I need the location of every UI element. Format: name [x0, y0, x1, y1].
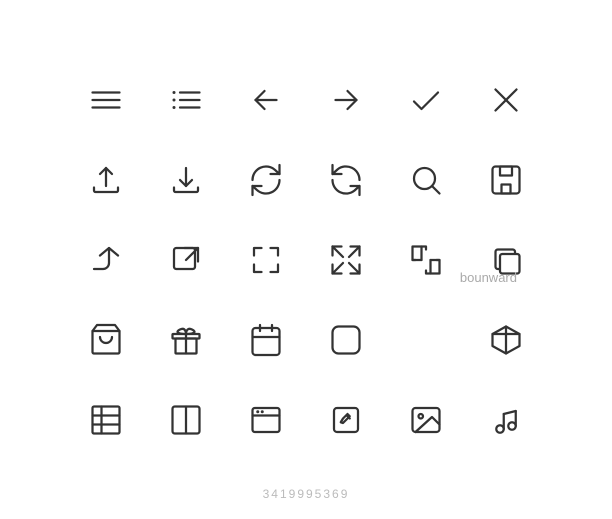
share-forward-icon: [66, 220, 146, 300]
browser-window-icon: [226, 380, 306, 460]
rounded-square-icon: [306, 300, 386, 380]
upload-icon: [66, 140, 146, 220]
watermark-text: bounward: [460, 270, 517, 285]
edit-pen-icon: [306, 380, 386, 460]
external-link-icon: [146, 220, 226, 300]
panel-layout-icon: [146, 380, 226, 460]
hamburger-menu-icon: [66, 60, 146, 140]
table-grid-icon: [66, 380, 146, 460]
arrow-right-icon: [306, 60, 386, 140]
download-icon: [146, 140, 226, 220]
cube-3d-icon: [466, 300, 546, 380]
image-photo-icon: [386, 380, 466, 460]
shopping-bag-icon: [66, 300, 146, 380]
arrow-left-icon: [226, 60, 306, 140]
watermark-area: [386, 300, 466, 380]
getty-id: 3419995369: [263, 487, 350, 501]
music-note-icon: [466, 380, 546, 460]
expand-corners-icon: [226, 220, 306, 300]
gift-icon: [146, 300, 226, 380]
refresh-ccw-icon: [306, 140, 386, 220]
list-menu-icon: [146, 60, 226, 140]
compress-icon: [386, 220, 466, 300]
layers-icon: [466, 220, 546, 300]
save-floppy-icon: [466, 140, 546, 220]
calendar-icon: [226, 300, 306, 380]
checkmark-icon: [386, 60, 466, 140]
search-icon: [386, 140, 466, 220]
refresh-cw-icon: [226, 140, 306, 220]
expand-full-icon: [306, 220, 386, 300]
icon-grid: [46, 40, 566, 480]
close-x-icon: [466, 60, 546, 140]
